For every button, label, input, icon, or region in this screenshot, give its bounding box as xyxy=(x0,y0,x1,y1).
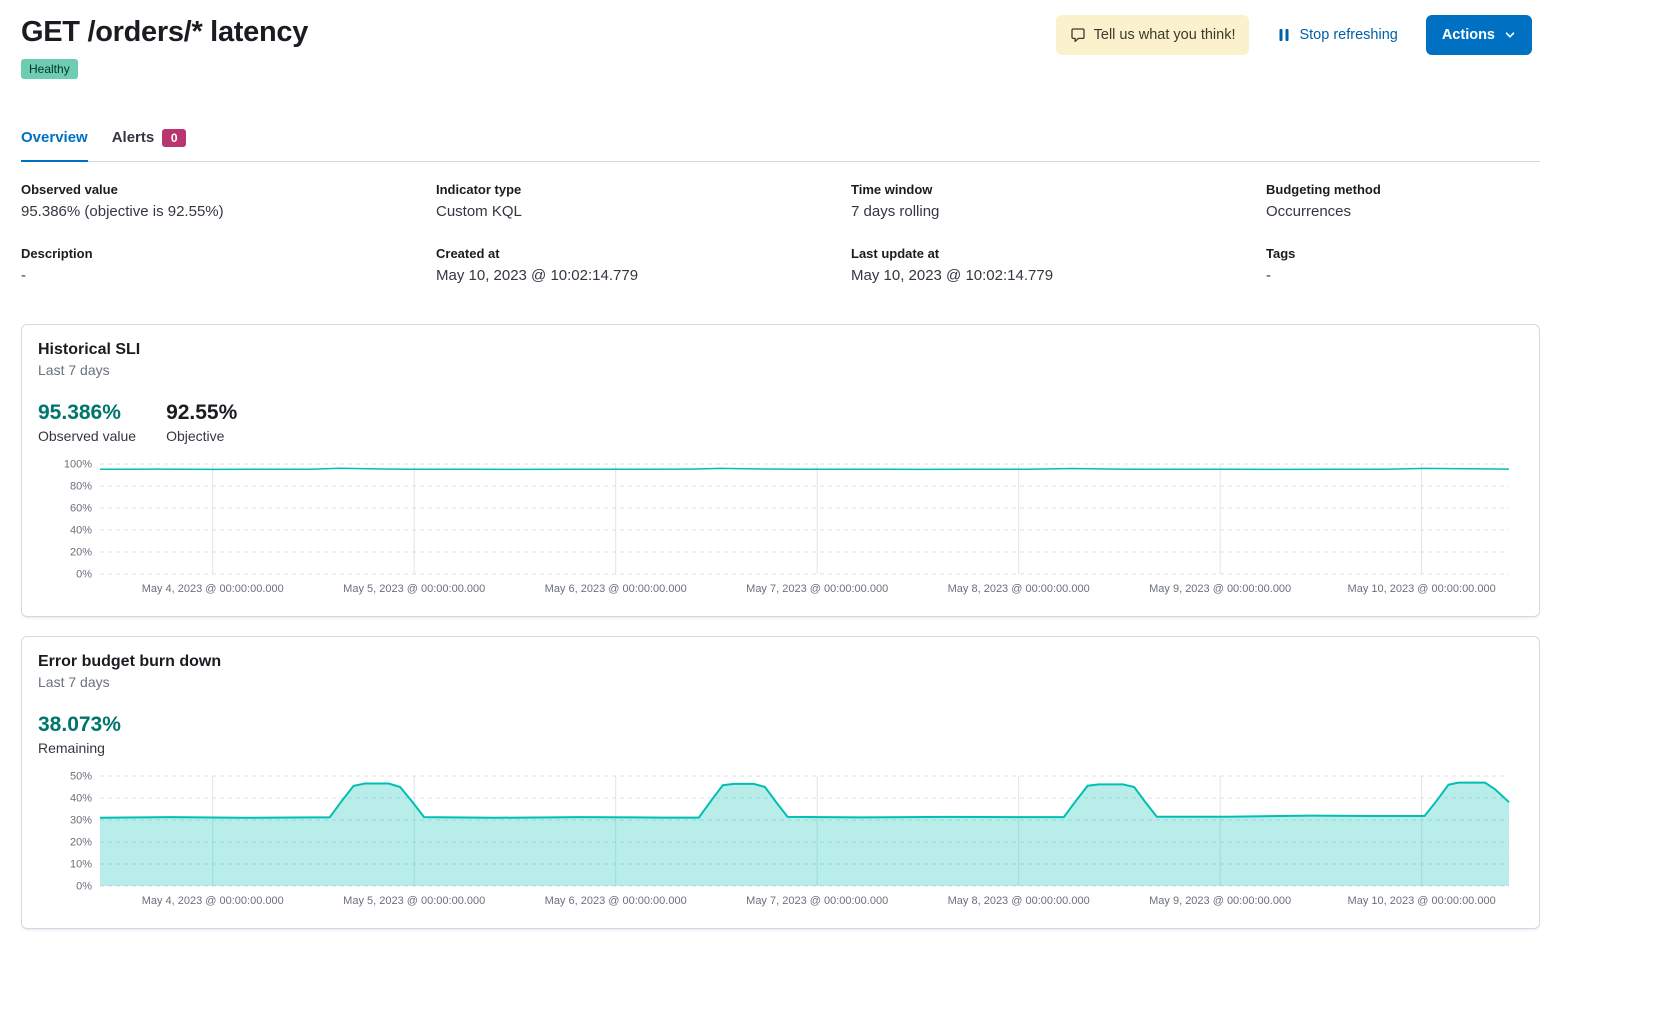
stat-objective: 92.55% Objective xyxy=(166,400,237,444)
panel-title: Historical SLI xyxy=(38,341,1523,359)
tab-alerts-label: Alerts xyxy=(112,129,155,146)
svg-text:May 5, 2023 @ 00:00:00.000: May 5, 2023 @ 00:00:00.000 xyxy=(343,583,485,595)
feedback-button[interactable]: Tell us what you think! xyxy=(1056,15,1250,55)
svg-text:May 6, 2023 @ 00:00:00.000: May 6, 2023 @ 00:00:00.000 xyxy=(545,895,687,907)
svg-text:May 5, 2023 @ 00:00:00.000: May 5, 2023 @ 00:00:00.000 xyxy=(343,895,485,907)
svg-text:May 10, 2023 @ 00:00:00.000: May 10, 2023 @ 00:00:00.000 xyxy=(1348,895,1496,907)
historical-sli-chart: May 4, 2023 @ 00:00:00.000 May 5, 2023 @ … xyxy=(38,458,1523,600)
tab-bar: Overview Alerts 0 xyxy=(21,129,1540,162)
detail-value: - xyxy=(1266,267,1660,284)
page-header: GET /orders/* latency Healthy Tell us wh… xyxy=(21,15,1532,79)
header-actions: Tell us what you think! Stop refreshing … xyxy=(1056,15,1532,55)
detail-value: 7 days rolling xyxy=(851,203,1266,220)
svg-text:May 9, 2023 @ 00:00:00.000: May 9, 2023 @ 00:00:00.000 xyxy=(1149,583,1291,595)
detail-label: Time window xyxy=(851,182,1266,197)
slo-detail-page: GET /orders/* latency Healthy Tell us wh… xyxy=(0,0,1660,929)
stat-observed-value: 95.386% Observed value xyxy=(38,400,136,444)
detail-value: May 10, 2023 @ 10:02:14.779 xyxy=(436,267,851,284)
svg-text:0%: 0% xyxy=(76,568,92,580)
stat-value: 92.55% xyxy=(166,400,237,425)
detail-item: Description - xyxy=(21,246,436,284)
stat-label: Observed value xyxy=(38,428,136,444)
detail-label: Last update at xyxy=(851,246,1266,261)
feedback-button-label: Tell us what you think! xyxy=(1094,27,1236,43)
slo-details-grid: Observed value 95.386% (objective is 92.… xyxy=(21,182,1660,284)
panel-subtitle: Last 7 days xyxy=(38,674,1523,690)
detail-item: Observed value 95.386% (objective is 92.… xyxy=(21,182,436,220)
actions-button-label: Actions xyxy=(1442,27,1495,43)
tab-alerts[interactable]: Alerts 0 xyxy=(112,129,187,162)
panel-title: Error budget burn down xyxy=(38,653,1523,671)
panel-subtitle: Last 7 days xyxy=(38,362,1523,378)
stop-refreshing-label: Stop refreshing xyxy=(1299,27,1397,43)
alerts-count-badge: 0 xyxy=(162,129,186,147)
svg-text:May 4, 2023 @ 00:00:00.000: May 4, 2023 @ 00:00:00.000 xyxy=(142,583,284,595)
detail-item: Created at May 10, 2023 @ 10:02:14.779 xyxy=(436,246,851,284)
stat-remaining: 38.073% Remaining xyxy=(38,712,121,756)
detail-item: Indicator type Custom KQL xyxy=(436,182,851,220)
detail-value: 95.386% (objective is 92.55%) xyxy=(21,203,436,220)
detail-item: Budgeting method Occurrences xyxy=(1266,182,1660,220)
svg-text:40%: 40% xyxy=(70,793,92,805)
svg-text:80%: 80% xyxy=(70,480,92,492)
actions-button[interactable]: Actions xyxy=(1426,15,1532,55)
svg-text:50%: 50% xyxy=(70,771,92,783)
detail-value: May 10, 2023 @ 10:02:14.779 xyxy=(851,267,1266,284)
svg-text:10%: 10% xyxy=(70,859,92,871)
detail-label: Description xyxy=(21,246,436,261)
stat-value: 38.073% xyxy=(38,712,121,737)
svg-text:20%: 20% xyxy=(70,546,92,558)
svg-text:May 7, 2023 @ 00:00:00.000: May 7, 2023 @ 00:00:00.000 xyxy=(746,583,888,595)
historical-stats: 95.386% Observed value 92.55% Objective xyxy=(38,400,1523,444)
chevron-down-icon xyxy=(1504,29,1516,41)
detail-value: - xyxy=(21,267,436,284)
svg-text:0%: 0% xyxy=(76,881,92,893)
tab-overview-label: Overview xyxy=(21,129,88,146)
svg-text:May 10, 2023 @ 00:00:00.000: May 10, 2023 @ 00:00:00.000 xyxy=(1348,583,1496,595)
status-badge: Healthy xyxy=(21,59,78,79)
tab-overview[interactable]: Overview xyxy=(21,129,88,162)
comment-icon xyxy=(1070,27,1086,43)
svg-text:100%: 100% xyxy=(64,458,92,470)
page-title: GET /orders/* latency xyxy=(21,15,308,50)
detail-item: Tags - xyxy=(1266,246,1660,284)
svg-text:May 9, 2023 @ 00:00:00.000: May 9, 2023 @ 00:00:00.000 xyxy=(1149,895,1291,907)
pause-icon xyxy=(1277,28,1291,42)
svg-text:20%: 20% xyxy=(70,837,92,849)
svg-text:May 7, 2023 @ 00:00:00.000: May 7, 2023 @ 00:00:00.000 xyxy=(746,895,888,907)
error-budget-panel: Error budget burn down Last 7 days 38.07… xyxy=(21,636,1540,929)
detail-label: Tags xyxy=(1266,246,1660,261)
svg-text:May 8, 2023 @ 00:00:00.000: May 8, 2023 @ 00:00:00.000 xyxy=(948,895,1090,907)
stop-refreshing-button[interactable]: Stop refreshing xyxy=(1277,27,1397,43)
detail-label: Indicator type xyxy=(436,182,851,197)
detail-item: Last update at May 10, 2023 @ 10:02:14.7… xyxy=(851,246,1266,284)
svg-text:May 6, 2023 @ 00:00:00.000: May 6, 2023 @ 00:00:00.000 xyxy=(545,583,687,595)
detail-label: Budgeting method xyxy=(1266,182,1660,197)
detail-value: Occurrences xyxy=(1266,203,1660,220)
svg-text:40%: 40% xyxy=(70,524,92,536)
title-block: GET /orders/* latency Healthy xyxy=(21,15,308,79)
detail-value: Custom KQL xyxy=(436,203,851,220)
svg-text:May 8, 2023 @ 00:00:00.000: May 8, 2023 @ 00:00:00.000 xyxy=(948,583,1090,595)
historical-sli-panel: Historical SLI Last 7 days 95.386% Obser… xyxy=(21,324,1540,617)
stat-label: Remaining xyxy=(38,740,121,756)
budget-stats: 38.073% Remaining xyxy=(38,712,1523,756)
error-budget-chart: May 4, 2023 @ 00:00:00.000 May 5, 2023 @ … xyxy=(38,770,1523,912)
svg-text:60%: 60% xyxy=(70,502,92,514)
svg-text:30%: 30% xyxy=(70,815,92,827)
svg-text:May 4, 2023 @ 00:00:00.000: May 4, 2023 @ 00:00:00.000 xyxy=(142,895,284,907)
detail-label: Created at xyxy=(436,246,851,261)
detail-item: Time window 7 days rolling xyxy=(851,182,1266,220)
stat-label: Objective xyxy=(166,428,237,444)
detail-label: Observed value xyxy=(21,182,436,197)
stat-value: 95.386% xyxy=(38,400,136,425)
